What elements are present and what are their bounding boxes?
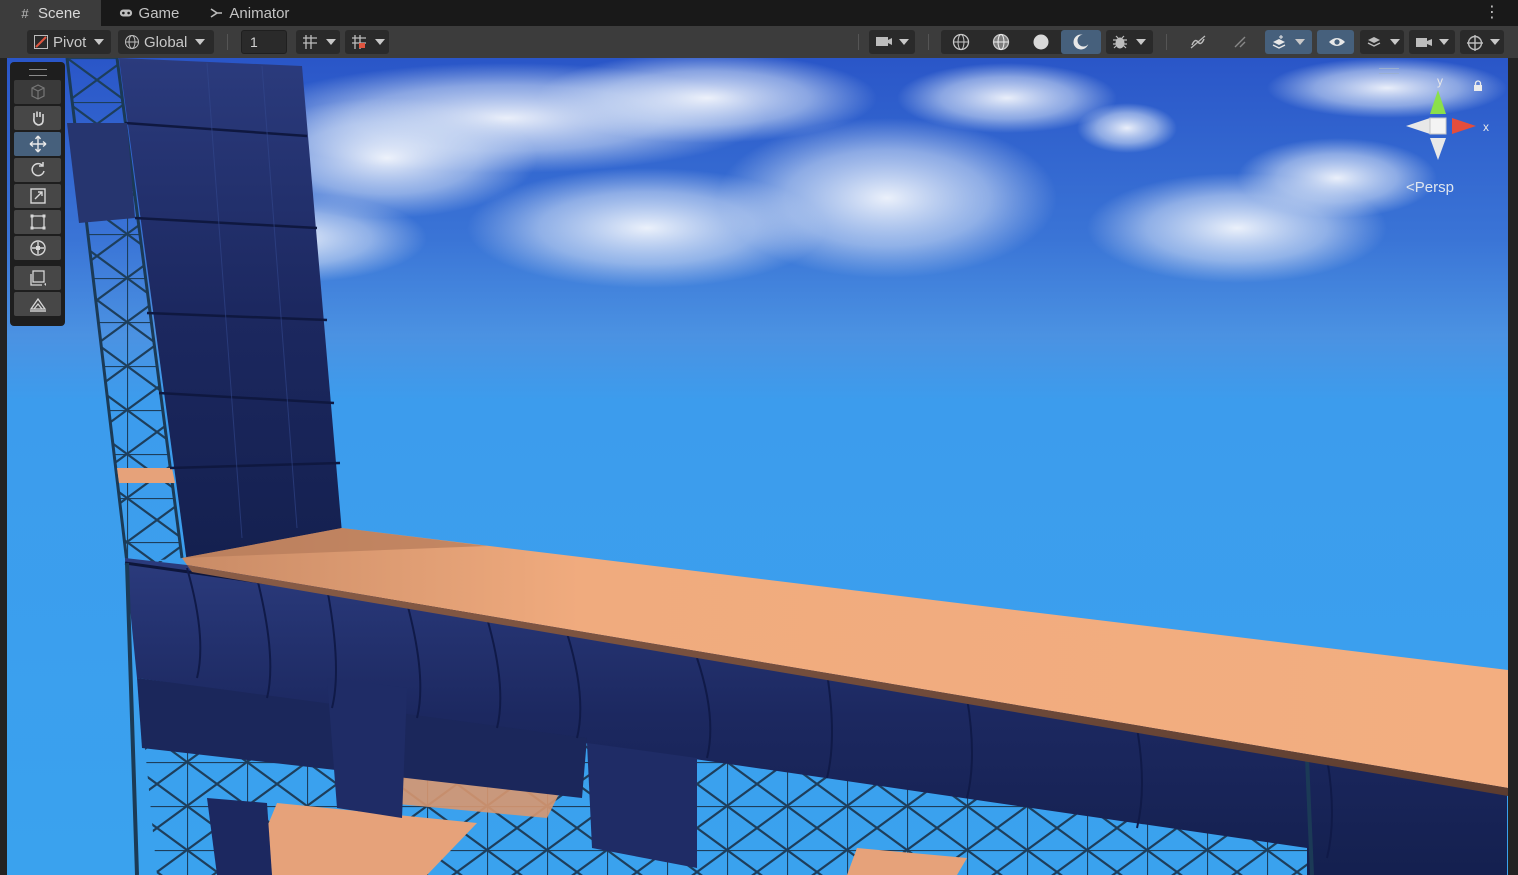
lighting-toggle-icon[interactable]: [1061, 30, 1101, 54]
tab-scene[interactable]: # Scene: [0, 0, 101, 26]
gizmos-icon: [1466, 34, 1483, 51]
shaded-wireframe-icon[interactable]: [981, 30, 1021, 54]
hand-tool-icon[interactable]: [14, 106, 61, 130]
chevron-down-icon: [94, 39, 105, 45]
gizmo-y-label: y: [1437, 74, 1443, 88]
kebab-menu-icon[interactable]: ⋮: [1484, 2, 1500, 22]
grid-snap-dropdown[interactable]: [345, 30, 389, 54]
effects-toggle[interactable]: [1222, 30, 1258, 54]
audio-toggle[interactable]: [1179, 30, 1215, 54]
wireframe-shading-icon[interactable]: [941, 30, 981, 54]
editor-tab-strip: # Scene Game Animator ⋮: [0, 0, 1518, 26]
overlay-layers-icon: [1271, 34, 1287, 50]
tab-game[interactable]: Game: [101, 0, 192, 26]
chevron-down-icon: [899, 39, 909, 45]
animator-icon: [209, 6, 223, 20]
transform-tool-icon[interactable]: [14, 236, 61, 260]
chevron-down-icon: [1439, 39, 1449, 45]
view-cube-icon[interactable]: [14, 80, 61, 104]
pivot-label: Pivot: [53, 33, 87, 51]
scene-render: [65, 58, 1508, 875]
global-dropdown[interactable]: Global: [118, 30, 214, 54]
gizmos-dropdown[interactable]: [1460, 30, 1504, 54]
chevron-down-icon: [1490, 39, 1500, 45]
globe-icon: [124, 34, 140, 50]
tab-scene-label: Scene: [38, 4, 81, 22]
tool-palette: [10, 62, 65, 326]
layers-dropdown[interactable]: [1360, 30, 1404, 54]
projection-toggle[interactable]: <Persp: [1406, 179, 1454, 196]
chevron-down-icon: [195, 39, 206, 45]
move-tool-icon[interactable]: [14, 132, 61, 156]
pivot-icon: [33, 34, 49, 50]
rotate-tool-icon[interactable]: [14, 158, 61, 182]
chevron-down-icon: [1295, 39, 1305, 45]
rect-tool-icon[interactable]: [14, 210, 61, 234]
shading-mode-group: [941, 30, 1101, 54]
camera-settings-icon: [1415, 34, 1432, 50]
debug-draw-mode-dropdown[interactable]: [1106, 30, 1153, 54]
pivot-dropdown[interactable]: Pivot: [27, 30, 111, 54]
scene-visibility-icon: [1328, 34, 1345, 50]
tab-animator[interactable]: Animator: [191, 0, 301, 26]
scene-viewport[interactable]: [7, 58, 1508, 875]
camera-render-mode-dropdown[interactable]: [869, 30, 915, 54]
grid-icon: #: [21, 5, 29, 21]
scaffold-tower: [65, 58, 342, 564]
lock-icon[interactable]: [1473, 80, 1483, 94]
viewport-border: [1508, 58, 1518, 875]
chevron-down-icon: [1390, 39, 1400, 45]
camera-render-mode-icon: [875, 34, 892, 50]
chevron-down-icon: [375, 39, 385, 45]
chevron-down-icon: [326, 39, 336, 45]
camera-settings-dropdown[interactable]: [1409, 30, 1455, 54]
tab-game-label: Game: [138, 4, 180, 22]
grid-snap-field[interactable]: 1: [241, 30, 287, 54]
palette-drag-handle[interactable]: [14, 66, 61, 78]
viewport-border: [0, 58, 7, 875]
gizmo-x-label: x: [1483, 120, 1489, 134]
custom-tool-icon[interactable]: [14, 266, 61, 290]
grid-toggle-icon: [302, 34, 318, 50]
chevron-down-icon: [1136, 39, 1146, 45]
scale-tool-icon[interactable]: [14, 184, 61, 208]
toolbar-divider: [858, 34, 859, 50]
sky-clouds: [147, 58, 1507, 288]
projection-label: Persp: [1414, 179, 1454, 196]
global-label: Global: [144, 33, 188, 51]
debug-draw-mode-icon: [1112, 34, 1128, 50]
snap-icon: [351, 34, 367, 50]
grid-visibility-dropdown[interactable]: [296, 30, 340, 54]
shaded-icon[interactable]: [1021, 30, 1061, 54]
scene-visibility-toggle[interactable]: [1317, 30, 1354, 54]
layers-icon: [1366, 34, 1382, 50]
toolbar-divider: [928, 34, 929, 50]
audio-toggle-icon: [1189, 34, 1206, 50]
overlay-layers-dropdown[interactable]: [1265, 30, 1312, 54]
effects-toggle-icon: [1232, 34, 1248, 50]
toolbar-divider: [227, 34, 228, 50]
scene-toolbar: Pivot Global 1: [0, 26, 1518, 58]
terrain-tool-icon[interactable]: [14, 292, 61, 316]
gamepad-icon: [119, 6, 133, 20]
tab-animator-label: Animator: [229, 4, 290, 22]
chevron-left-icon: <: [1406, 179, 1415, 196]
toolbar-divider: [1166, 34, 1167, 50]
